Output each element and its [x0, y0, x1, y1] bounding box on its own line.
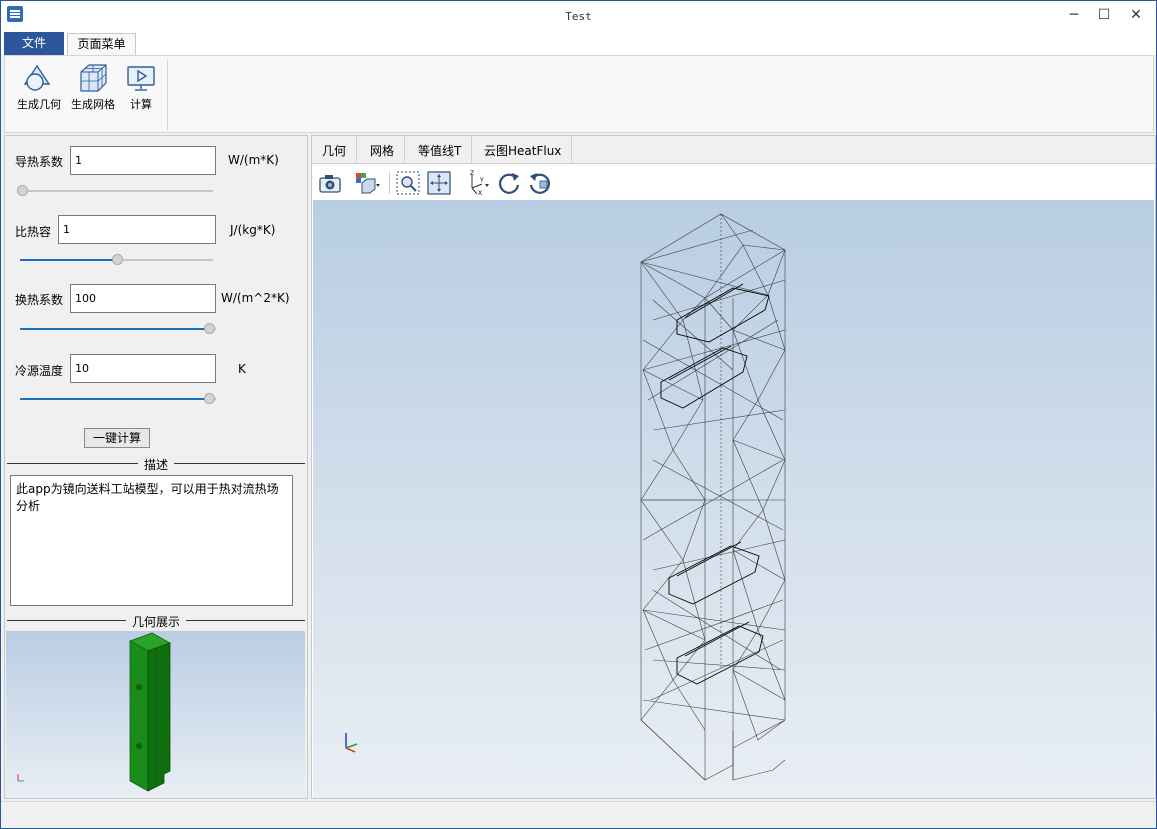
- mesh-icon: [80, 64, 107, 92]
- cold-temp-slider[interactable]: [20, 393, 216, 405]
- tab-page-menu[interactable]: 页面菜单: [67, 33, 136, 56]
- specific-heat-input[interactable]: 1: [58, 215, 216, 244]
- heat-transfer-label: 换热系数: [15, 293, 64, 307]
- generate-geometry-label: 生成几何: [17, 98, 61, 111]
- geometry-display-group-title: 几何展示: [7, 613, 305, 629]
- zoom-box-icon[interactable]: [395, 170, 421, 196]
- minimize-button[interactable]: ─: [1057, 1, 1091, 29]
- specific-heat-unit: J/(kg*K): [230, 223, 276, 237]
- app-window: Test ─ ☐ ✕ 文件 页面菜单 生成几何 生成网格 计算 导热系数 1 W…: [0, 0, 1157, 829]
- tab-heatflux[interactable]: 云图HeatFlux: [474, 136, 573, 164]
- tab-file[interactable]: 文件: [4, 32, 64, 55]
- rotate-ccw-icon[interactable]: [527, 170, 553, 196]
- geometry-display-title: 几何展示: [125, 615, 186, 629]
- conductivity-input[interactable]: 1: [70, 146, 216, 175]
- one-click-calc-button[interactable]: 一键计算: [84, 428, 150, 448]
- 3d-mesh-viewport[interactable]: [313, 200, 1154, 798]
- heat-transfer-unit: W/(m^2*K): [221, 291, 290, 305]
- viewer-panel: 几何 网格 等值线T 云图HeatFlux Z Y X: [311, 135, 1156, 799]
- camera-icon[interactable]: [317, 170, 343, 196]
- cold-temp-input[interactable]: 10: [70, 354, 216, 383]
- tab-mesh[interactable]: 网格: [360, 136, 406, 164]
- compute-icon: [127, 66, 155, 91]
- ribbon-tabs: 文件 页面菜单: [1, 32, 1156, 56]
- status-bar: [1, 801, 1156, 828]
- viewer-toolbar: Z Y X: [312, 165, 1155, 200]
- svg-text:Y: Y: [479, 177, 484, 184]
- compute-label: 计算: [130, 98, 152, 111]
- slider-thumb[interactable]: [17, 185, 28, 196]
- maximize-button[interactable]: ☐: [1087, 1, 1121, 29]
- tab-contour-t[interactable]: 等值线T: [408, 136, 473, 164]
- ribbon-separator: [167, 60, 168, 130]
- description-title: 描述: [137, 458, 174, 472]
- cold-temp-label: 冷源温度: [15, 364, 64, 378]
- geometry-preview-viewport[interactable]: [6, 631, 305, 798]
- svg-text:X: X: [478, 190, 482, 196]
- window-title: Test: [565, 10, 592, 23]
- generate-mesh-button[interactable]: 生成网格: [67, 62, 119, 122]
- slider-thumb[interactable]: [204, 323, 215, 334]
- fit-view-icon[interactable]: [426, 170, 452, 196]
- generate-mesh-label: 生成网格: [71, 98, 115, 111]
- parameter-panel: 导热系数 1 W/(m*K) 比热容 1 J/(kg*K) 换热系数 100 W…: [4, 135, 308, 799]
- specific-heat-label: 比热容: [15, 225, 52, 239]
- axis-triad-icon: [345, 733, 358, 753]
- mini-axes-icon: [17, 774, 24, 782]
- rotate-cw-icon[interactable]: [496, 170, 522, 196]
- conductivity-unit: W/(m*K): [228, 153, 279, 167]
- conductivity-slider[interactable]: [17, 185, 213, 197]
- compute-button[interactable]: 计算: [115, 62, 167, 122]
- view-box-icon[interactable]: [354, 170, 380, 196]
- axes-icon[interactable]: Z Y X: [464, 170, 490, 196]
- heat-transfer-slider[interactable]: [20, 323, 216, 335]
- cold-temp-unit: K: [238, 362, 246, 376]
- heat-transfer-input[interactable]: 100: [70, 284, 216, 313]
- slider-thumb[interactable]: [204, 393, 215, 404]
- generate-geometry-button[interactable]: 生成几何: [13, 62, 65, 122]
- description-group-title: 描述: [7, 456, 305, 472]
- close-button[interactable]: ✕: [1119, 1, 1153, 29]
- geometry-icon: [23, 64, 51, 91]
- conductivity-label: 导热系数: [15, 155, 64, 169]
- green-model: [129, 632, 171, 792]
- title-bar: Test ─ ☐ ✕: [1, 1, 1156, 32]
- description-textbox[interactable]: 此app为镜向送料工站模型，可以用于热对流热场分析: [10, 475, 293, 606]
- slider-thumb[interactable]: [112, 254, 123, 265]
- view-tabs: 几何 网格 等值线T 云图HeatFlux: [312, 136, 1155, 164]
- svg-text:Z: Z: [470, 170, 474, 177]
- tab-geometry[interactable]: 几何: [312, 136, 358, 164]
- mesh-wireframe: [640, 213, 786, 781]
- ribbon-panel: 生成几何 生成网格 计算: [4, 55, 1154, 133]
- specific-heat-slider[interactable]: [20, 254, 213, 266]
